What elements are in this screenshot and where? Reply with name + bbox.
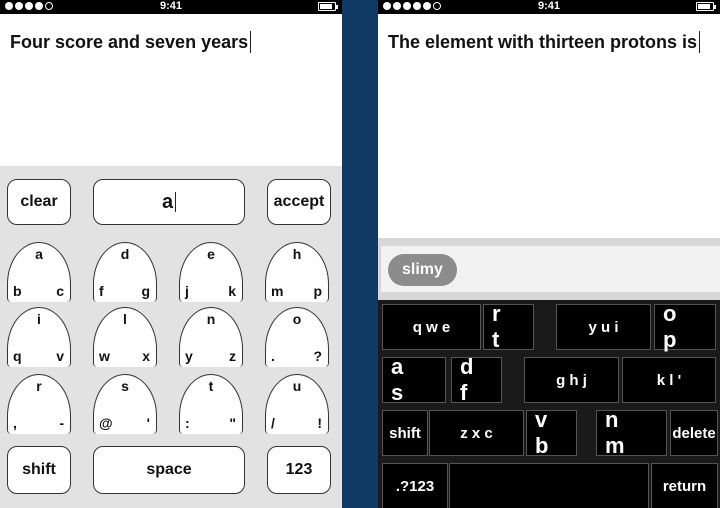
space-button[interactable]: space: [93, 446, 245, 494]
arch-key-letter: o: [292, 311, 302, 327]
arch-key-letter: :: [185, 415, 190, 431]
arch-key[interactable]: r, -: [7, 374, 71, 434]
qwerty-keyboard: q w er t y u io p a sd f g h jk l ' shift z x…: [378, 300, 720, 508]
arch-key-letter: j: [185, 283, 189, 299]
arch-key-letter: !: [317, 415, 322, 431]
arch-key-letter: m: [271, 283, 284, 299]
arch-key-letter: g: [141, 283, 150, 299]
key-vb[interactable]: v b: [526, 407, 577, 458]
arch-key-letter: ': [146, 415, 150, 431]
arch-key[interactable]: h m p: [265, 242, 329, 302]
arch-key-letter: f: [99, 283, 104, 299]
arch-key[interactable]: l w x: [93, 307, 157, 367]
arch-key-letter: y: [185, 348, 193, 364]
entry-field[interactable]: a: [93, 179, 245, 225]
arch-key-letter: k: [228, 283, 236, 299]
arch-key-letter: a: [35, 246, 43, 262]
arch-key-letter: /: [271, 415, 275, 431]
arch-key-letter: x: [142, 348, 150, 364]
entry-caret: [175, 192, 177, 212]
suggestion-chip[interactable]: slimy: [388, 254, 457, 286]
key-rt[interactable]: r t: [483, 301, 534, 352]
status-time: 9:41: [537, 0, 561, 12]
text-display[interactable]: The element with thirteen protons is: [378, 14, 720, 70]
arch-key[interactable]: u /!: [265, 374, 329, 434]
key-nm[interactable]: n m: [596, 407, 667, 458]
status-bar: 9:41: [378, 0, 720, 14]
shift-button[interactable]: shift: [7, 446, 71, 494]
accept-button[interactable]: accept: [267, 179, 331, 225]
key-op[interactable]: o p: [654, 301, 716, 352]
arch-key-letter: i: [37, 311, 41, 327]
arch-key-letter: c: [56, 283, 64, 299]
arch-key-letter: w: [99, 348, 110, 364]
composed-text: Four score and seven years: [10, 32, 249, 52]
arch-key-letter: h: [292, 246, 302, 262]
text-display[interactable]: Four score and seven years: [0, 14, 342, 70]
arch-key[interactable]: t: ": [179, 374, 243, 434]
left-phone-screen: 9:41 Four score and seven years clear a …: [0, 0, 342, 508]
arch-key[interactable]: i q v: [7, 307, 71, 367]
arch-key[interactable]: n y z: [179, 307, 243, 367]
right-phone-screen: 9:41 The element with thirteen protons i…: [378, 0, 720, 508]
arch-key-letter: e: [207, 246, 215, 262]
arch-key-letter: ": [229, 415, 236, 431]
arch-key[interactable]: e j k: [179, 242, 243, 302]
arch-key[interactable]: o.?: [265, 307, 329, 367]
arch-key-letter: s: [121, 378, 129, 394]
arch-key-letter: @: [99, 415, 113, 431]
arch-key-letter: t: [208, 378, 214, 394]
key-yui[interactable]: y u i: [556, 304, 651, 350]
arch-key[interactable]: a b c: [7, 242, 71, 302]
arch-key-letter: l: [123, 311, 127, 327]
clear-button[interactable]: clear: [7, 179, 71, 225]
text-caret: [699, 31, 701, 53]
key-as[interactable]: a s: [382, 354, 446, 405]
key-ghj[interactable]: g h j: [524, 357, 619, 403]
arch-key-letter: ?: [313, 348, 322, 364]
status-bar: 9:41: [0, 0, 342, 14]
suggestion-bar: slimy: [378, 238, 720, 300]
arch-key-letter: ,: [13, 415, 17, 431]
arch-keyboard: clear a accept a b c d f g e j k h m p i q v l w x n y z o.? r…: [0, 166, 342, 508]
arch-key-letter: q: [13, 348, 22, 364]
space-key[interactable]: [449, 463, 649, 508]
status-time: 9:41: [159, 0, 183, 12]
arch-key-letter: u: [292, 378, 302, 394]
delete-key[interactable]: delete: [670, 410, 718, 456]
numbers-button[interactable]: 123: [267, 446, 331, 494]
arch-key-letter: n: [206, 311, 216, 327]
arch-key-letter: z: [229, 348, 236, 364]
arch-key-letter: r: [36, 378, 42, 394]
key-zxc[interactable]: z x c: [429, 410, 524, 456]
arch-key[interactable]: d f g: [93, 242, 157, 302]
battery-icon: [318, 2, 338, 11]
key-qwe[interactable]: q w e: [382, 304, 481, 350]
arch-key-letter: d: [120, 246, 130, 262]
text-caret: [250, 31, 252, 53]
arch-key-letter: p: [313, 283, 322, 299]
key-df[interactable]: d f: [451, 354, 502, 405]
key-kl[interactable]: k l ': [622, 357, 716, 403]
numbers-key[interactable]: .?123: [382, 463, 448, 508]
arch-key-letter: .: [271, 348, 275, 364]
return-key[interactable]: return: [651, 463, 718, 508]
arch-key-letter: v: [56, 348, 64, 364]
battery-icon: [696, 2, 716, 11]
composed-text: The element with thirteen protons is: [388, 32, 698, 52]
arch-key-letter: b: [13, 283, 22, 299]
entry-letter: a: [161, 190, 174, 213]
arch-key-letter: -: [59, 415, 64, 431]
arch-key[interactable]: s @ ': [93, 374, 157, 434]
shift-key[interactable]: shift: [382, 410, 428, 456]
